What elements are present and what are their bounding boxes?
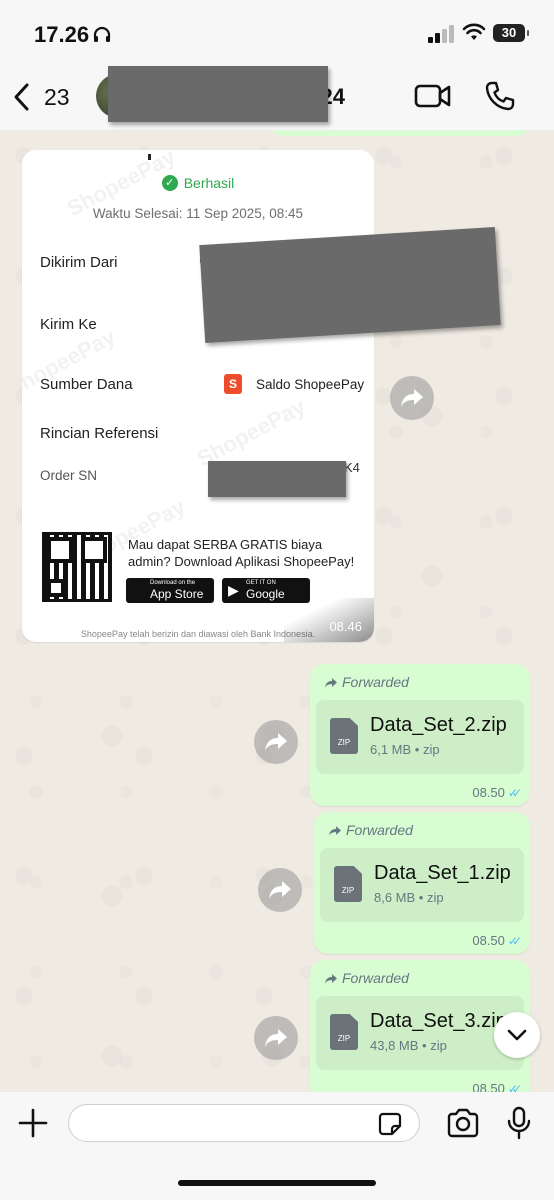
file-meta: 43,8 MB • zip bbox=[370, 1038, 447, 1053]
file-meta: 8,6 MB • zip bbox=[374, 890, 444, 905]
phone-icon[interactable] bbox=[484, 80, 516, 112]
battery-icon: 30 bbox=[493, 24, 529, 42]
read-ticks-icon: ✓✓ bbox=[507, 934, 522, 948]
forwarded-icon bbox=[329, 826, 341, 836]
redaction-box bbox=[108, 66, 328, 122]
status-bar: 17.26 30 bbox=[0, 0, 554, 62]
status-text: Berhasil bbox=[183, 174, 235, 191]
home-indicator bbox=[178, 1180, 376, 1186]
check-circle-icon: ✓ bbox=[161, 174, 178, 191]
chat-area[interactable]: ShopeePay ShopeePay ShopeePay ShopeePay … bbox=[0, 0, 554, 1200]
file-attachment[interactable]: ZIP Data_Set_2.zip 6,1 MB • zip bbox=[316, 700, 524, 774]
chat-header: 23 7824 bbox=[0, 62, 554, 130]
plus-icon[interactable] bbox=[18, 1108, 48, 1138]
play-icon: ▶ bbox=[228, 582, 239, 598]
file-attachment[interactable]: ZIP Data_Set_3.zip 43,8 MB • zip bbox=[316, 996, 524, 1070]
redaction-box bbox=[208, 461, 346, 497]
forwarded-icon bbox=[325, 678, 337, 688]
receipt-image-message[interactable]: ShopeePay ShopeePay ShopeePay ShopeePay … bbox=[22, 150, 374, 642]
file-name: Data_Set_3.zip bbox=[370, 1010, 507, 1032]
forward-button[interactable] bbox=[258, 868, 302, 912]
chevron-left-icon[interactable] bbox=[10, 80, 36, 114]
forward-arrow-icon bbox=[265, 733, 287, 751]
message-time: 08.46 bbox=[329, 619, 362, 634]
message-input[interactable] bbox=[68, 1104, 420, 1142]
forwarded-label: Forwarded bbox=[324, 674, 409, 690]
scroll-to-bottom-button[interactable] bbox=[494, 1012, 540, 1058]
message-time-overlay: 08.46 bbox=[284, 598, 374, 642]
forward-arrow-icon bbox=[401, 389, 423, 407]
file-meta: 6,1 MB • zip bbox=[370, 742, 440, 757]
sender-label: Dikirim Dari bbox=[40, 254, 118, 271]
shopee-icon: S bbox=[224, 374, 242, 394]
clock: 17.26 bbox=[34, 22, 111, 48]
qr-code bbox=[42, 532, 112, 602]
forwarded-icon bbox=[325, 974, 337, 984]
video-call-icon[interactable] bbox=[414, 82, 452, 110]
message-input-bar bbox=[0, 1092, 554, 1200]
file-name: Data_Set_1.zip bbox=[374, 862, 511, 884]
finish-time: Waktu Selesai: 11 Sep 2025, 08:45 bbox=[92, 206, 304, 221]
chevron-down-icon bbox=[507, 1029, 527, 1041]
source-label: Sumber Dana bbox=[40, 376, 133, 393]
sticker-icon[interactable] bbox=[378, 1112, 402, 1136]
camera-icon[interactable] bbox=[446, 1108, 480, 1138]
reference-heading: Rincian Referensi bbox=[40, 425, 159, 442]
file-message[interactable]: Forwarded ZIP Data_Set_2.zip 6,1 MB • zi… bbox=[310, 664, 530, 806]
promo-text: Mau dapat SERBA GRATIS biaya admin? Down… bbox=[128, 537, 355, 569]
forward-arrow-icon bbox=[269, 881, 291, 899]
transaction-status: ✓ Berhasil bbox=[22, 174, 374, 192]
unread-count[interactable]: 23 bbox=[44, 84, 70, 111]
zip-file-icon: ZIP bbox=[330, 718, 358, 754]
message-time: 08.50 ✓✓ bbox=[472, 933, 522, 948]
file-attachment[interactable]: ZIP Data_Set_1.zip 8,6 MB • zip bbox=[320, 848, 524, 922]
wifi-icon bbox=[462, 23, 486, 40]
microphone-icon[interactable] bbox=[506, 1106, 532, 1140]
forward-button[interactable] bbox=[390, 376, 434, 420]
file-message[interactable]: Forwarded ZIP Data_Set_1.zip 8,6 MB • zi… bbox=[314, 812, 530, 954]
source-value: Saldo ShopeePay bbox=[256, 377, 365, 392]
forwarded-label: Forwarded bbox=[324, 970, 409, 986]
forward-button[interactable] bbox=[254, 1016, 298, 1060]
order-sn-value: K4 bbox=[344, 460, 360, 475]
order-sn-label: Order SN bbox=[40, 468, 98, 483]
zip-file-icon: ZIP bbox=[330, 1014, 358, 1050]
recipient-label: Kirim Ke bbox=[40, 316, 97, 333]
message-time: 08.50 ✓✓ bbox=[472, 785, 522, 800]
signal-icon bbox=[428, 25, 456, 43]
app-store-badge: Download on the App Store bbox=[126, 578, 214, 603]
redaction-box bbox=[199, 227, 501, 343]
headphones-icon bbox=[93, 26, 111, 47]
forward-arrow-icon bbox=[265, 1029, 287, 1047]
forwarded-label: Forwarded bbox=[328, 822, 413, 838]
file-name: Data_Set_2.zip bbox=[370, 714, 507, 736]
read-ticks-icon: ✓✓ bbox=[507, 786, 522, 800]
forward-button[interactable] bbox=[254, 720, 298, 764]
zip-file-icon: ZIP bbox=[334, 866, 362, 902]
